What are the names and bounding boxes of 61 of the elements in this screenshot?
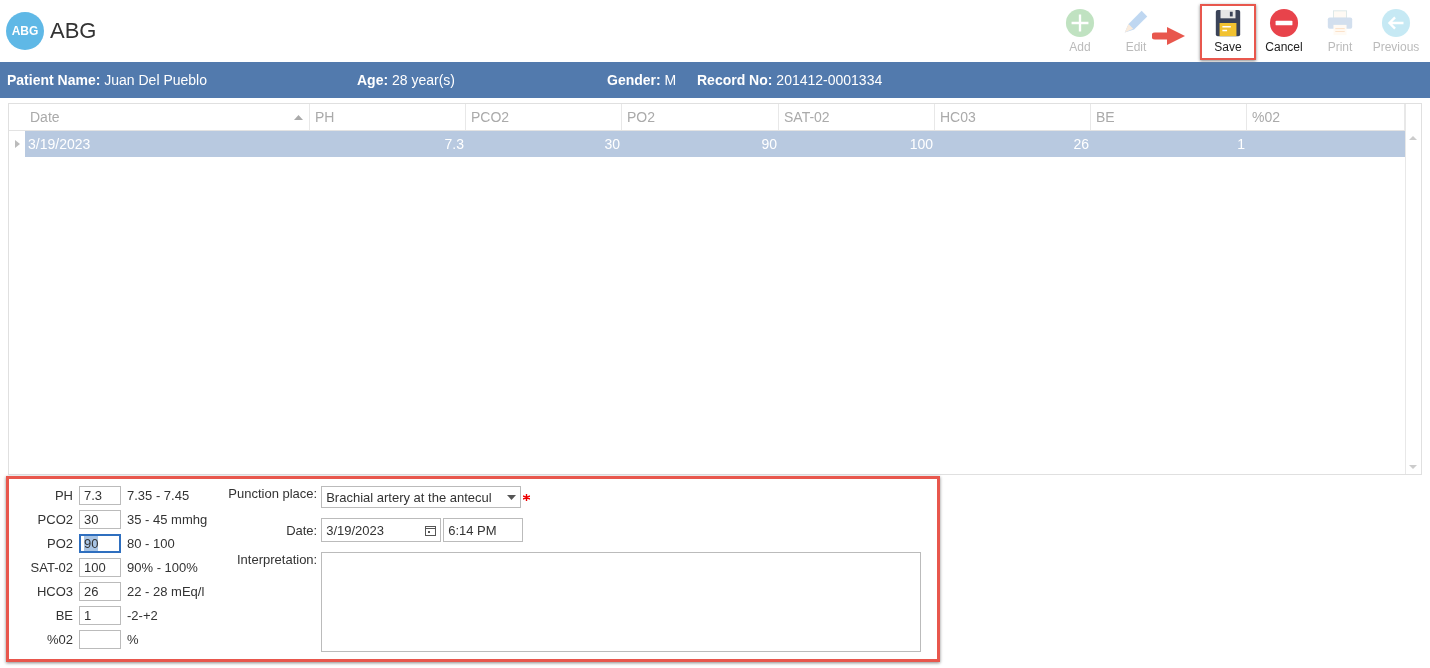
cancel-icon [1269,8,1299,38]
table-row[interactable]: 3/19/2023 7.3 30 90 100 26 1 [25,131,1405,157]
column-header[interactable]: Date [25,104,310,130]
row-indicator-icon [14,140,20,148]
add-icon [1065,8,1095,38]
column-header[interactable]: PO2 [622,104,779,130]
table-cell: 3/19/2023 [28,136,91,152]
field-label: BE [54,608,73,623]
reference-range: 80 - 100 [127,536,176,551]
column-header[interactable]: PH [310,104,466,130]
save-button[interactable]: Save [1200,4,1256,60]
field-label: PCO2 [36,512,73,527]
patient-field: Record No: 201412-0001334 [697,72,997,88]
reference-range: -2-+2 [127,608,159,623]
field-label: SAT-02 [29,560,73,575]
app-title: ABG [50,18,97,44]
table-cell: 90 [761,136,777,152]
date-field[interactable]: 3/19/2023 [321,518,442,542]
input-field[interactable]: 90 [79,534,121,553]
field-label: Date: [285,522,318,538]
input-field[interactable] [79,630,121,649]
input-field[interactable]: 26 [79,582,121,601]
column-header[interactable]: BE [1091,104,1247,130]
column-header[interactable]: %02 [1247,104,1405,130]
table-cell: 7.3 [444,136,464,152]
input-field[interactable]: 100 [79,558,121,577]
field-label: PO2 [46,536,73,551]
table-cell: 30 [604,136,620,152]
calendar-icon[interactable] [425,524,437,536]
field-label: Punction place: [227,486,318,503]
input-field[interactable]: 1 [79,606,121,625]
arrow-drawing [1152,26,1186,46]
input-field[interactable]: 30 [79,510,121,529]
interpretation-field[interactable] [321,552,922,652]
caret-icon [507,494,517,500]
save-icon [1213,8,1243,38]
logo: ABG [6,12,44,50]
print-icon [1325,8,1355,38]
table-cell: 1 [1237,136,1245,152]
patient-field: Age: 28 year(s) [357,72,607,88]
patient-field: Gender: M [607,72,697,88]
punction-place-dropdown[interactable]: Brachial artery at the antecul [321,486,522,508]
cancel-button[interactable]: Cancel [1256,4,1312,60]
reference-range: 90% - 100% [127,560,199,575]
input-field[interactable]: 7.3 [79,486,121,505]
reference-range: 35 - 45 mmhg [127,512,208,527]
column-header[interactable]: SAT-02 [779,104,935,130]
previous-icon [1381,8,1411,38]
field-label: Interpretation: [236,552,318,569]
field-label: PH [53,488,73,503]
reference-range: 22 - 28 mEq/l [127,584,206,599]
reference-range: % [127,632,140,647]
reference-range: 7.35 - 7.45 [127,488,191,503]
field-label: %02 [45,632,73,647]
table-cell: 26 [1073,136,1089,152]
column-header[interactable]: HC03 [935,104,1091,130]
field-label: HCO3 [35,584,73,599]
column-header[interactable]: PCO2 [466,104,622,130]
patient-field: Patient Name: Juan Del Pueblo [7,72,357,88]
time-field[interactable]: 6:14 PM [443,518,524,542]
table-cell: 100 [909,136,933,152]
